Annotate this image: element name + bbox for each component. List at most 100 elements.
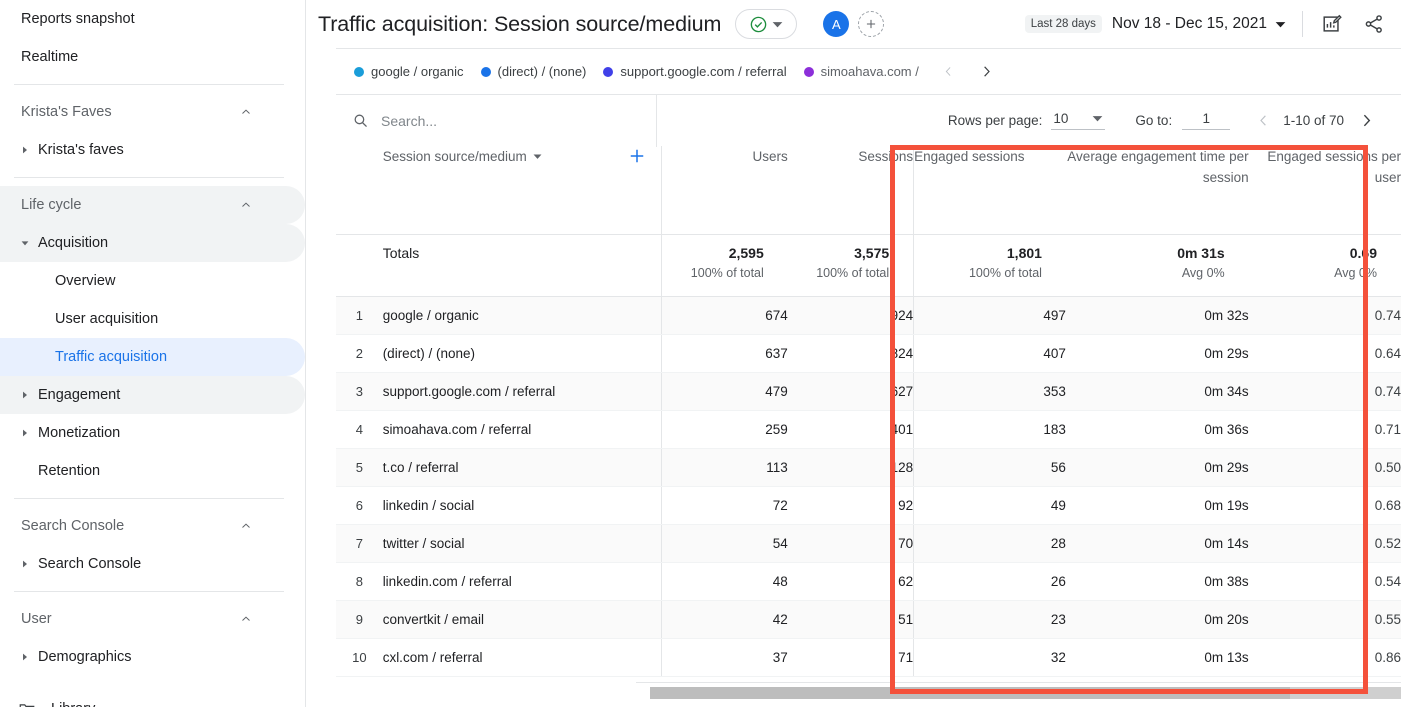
date-range-label: Nov 18 - Dec 15, 2021 <box>1111 15 1267 32</box>
date-range-picker[interactable]: Nov 18 - Dec 15, 2021 <box>1112 15 1286 33</box>
totals-row: Totals 2,595 100% of total 3,575 100% of… <box>336 234 1401 297</box>
row-dimension[interactable]: simoahava.com / referral <box>382 410 662 449</box>
sidebar-section-life-cycle[interactable]: Life cycle <box>0 186 305 224</box>
sidebar-item-user-acquisition[interactable]: User acquisition <box>0 300 305 338</box>
table-row[interactable]: 5 t.co / referral 113 128 56 0m 29s 0.50 <box>336 448 1401 487</box>
sidebar-item-traffic-acquisition[interactable]: Traffic acquisition <box>0 338 305 376</box>
row-engaged-sessions: 497 <box>913 296 1066 335</box>
row-engaged-sessions: 49 <box>913 486 1066 525</box>
header-right-controls: Last 28 days Nov 18 - Dec 15, 2021 <box>1024 11 1387 37</box>
th-engaged-sessions[interactable]: Engaged sessions <box>913 146 1066 235</box>
sidebar-item-engagement[interactable]: Engagement <box>0 376 305 414</box>
triangle-right-icon <box>12 653 38 661</box>
sidebar-item-reports-snapshot[interactable]: Reports snapshot <box>0 0 305 38</box>
row-dimension[interactable]: cxl.com / referral <box>382 638 662 677</box>
chevron-left-icon[interactable] <box>942 65 955 78</box>
legend-item[interactable]: (direct) / (none) <box>480 64 587 79</box>
row-engaged-per-user: 0.64 <box>1248 334 1401 373</box>
table-row[interactable]: 7 twitter / social 54 70 28 0m 14s 0.52 <box>336 524 1401 563</box>
search-icon <box>352 112 369 129</box>
legend-item[interactable]: google / organic <box>354 64 464 79</box>
th-average-engagement-time[interactable]: Average engagement time per session <box>1065 146 1249 235</box>
table-row[interactable]: 10 cxl.com / referral 37 71 32 0m 13s 0.… <box>336 638 1401 677</box>
sidebar-section-kristas-faves[interactable]: Krista's Faves <box>0 93 305 131</box>
row-dimension[interactable]: linkedin.com / referral <box>382 562 662 601</box>
sidebar-item-label: Acquisition <box>38 235 109 251</box>
sidebar-section-label: Search Console <box>21 518 125 534</box>
th-sessions[interactable]: Sessions <box>787 146 914 235</box>
next-page-button[interactable] <box>1358 112 1375 129</box>
sidebar-section-search-console[interactable]: Search Console <box>0 507 305 545</box>
sidebar-item-label: Reports snapshot <box>21 11 135 27</box>
report-status-dropdown[interactable] <box>735 9 798 39</box>
legend-item[interactable]: simoahava.com / <box>803 64 919 79</box>
sidebar-item-acquisition[interactable]: Acquisition <box>0 224 305 262</box>
sidebar-item-realtime[interactable]: Realtime <box>0 38 305 76</box>
triangle-right-icon <box>12 429 38 437</box>
sidebar-item-overview[interactable]: Overview <box>0 262 305 300</box>
add-dimension-button[interactable] <box>627 146 647 166</box>
sidebar-item-demographics[interactable]: Demographics <box>0 638 305 676</box>
goto-input[interactable]: 1 <box>1182 111 1231 130</box>
plus-circle-dashed-icon[interactable] <box>858 11 885 37</box>
edit-chart-icon[interactable] <box>1319 11 1345 37</box>
table-row[interactable]: 4 simoahava.com / referral 259 401 183 0… <box>336 410 1401 449</box>
sidebar-item-retention[interactable]: Retention <box>0 452 305 490</box>
row-dimension[interactable]: google / organic <box>382 296 662 335</box>
table-row[interactable]: 6 linkedin / social 72 92 49 0m 19s 0.68 <box>336 486 1401 525</box>
row-dimension[interactable]: (direct) / (none) <box>382 334 662 373</box>
search-input[interactable] <box>381 112 581 129</box>
row-dimension[interactable]: linkedin / social <box>382 486 662 525</box>
caret-down-icon <box>772 19 783 30</box>
row-avg-engagement: 0m 34s <box>1065 372 1249 411</box>
row-users: 48 <box>661 562 788 601</box>
sidebar-item-label: Library <box>51 701 95 707</box>
scrollbar-thumb[interactable] <box>650 687 1290 699</box>
triangle-right-icon <box>12 560 38 568</box>
table-row[interactable]: 8 linkedin.com / referral 48 62 26 0m 38… <box>336 562 1401 601</box>
sidebar-section-user[interactable]: User <box>0 600 305 638</box>
totals-epu-sub: Avg 0% <box>1334 265 1377 280</box>
row-dimension[interactable]: t.co / referral <box>382 448 662 487</box>
table-row[interactable]: 3 support.google.com / referral 479 627 … <box>336 372 1401 411</box>
share-icon[interactable] <box>1361 11 1387 37</box>
sidebar-divider-1 <box>14 84 284 85</box>
row-index: 10 <box>336 638 383 677</box>
sidebar-section-label: User <box>21 611 52 627</box>
prev-page-button[interactable] <box>1256 113 1271 128</box>
avatar[interactable]: A <box>823 11 850 37</box>
folder-icon <box>18 700 36 707</box>
th-users[interactable]: Users <box>661 146 788 235</box>
table-row[interactable]: 9 convertkit / email 42 51 23 0m 20s 0.5… <box>336 600 1401 639</box>
row-users: 113 <box>661 448 788 487</box>
row-engaged-per-user: 0.52 <box>1248 524 1401 563</box>
totals-avg-engagement: 0m 31s Avg 0% <box>1065 234 1249 297</box>
triangle-right-icon <box>12 391 38 399</box>
sidebar-item-monetization[interactable]: Monetization <box>0 414 305 452</box>
rows-per-page-select[interactable]: 10 <box>1051 111 1106 130</box>
chevron-right-icon[interactable] <box>979 64 994 79</box>
legend-item[interactable]: support.google.com / referral <box>603 64 787 79</box>
dimension-selector[interactable]: Session source/medium <box>383 149 542 164</box>
row-dimension[interactable]: convertkit / email <box>382 600 662 639</box>
table-row[interactable]: 1 google / organic 674 924 497 0m 32s 0.… <box>336 296 1401 335</box>
row-engaged-sessions: 407 <box>913 334 1066 373</box>
row-users: 42 <box>661 600 788 639</box>
row-avg-engagement: 0m 36s <box>1065 410 1249 449</box>
table-row[interactable]: 2 (direct) / (none) 637 824 407 0m 29s 0… <box>336 334 1401 373</box>
sidebar-item-search-console[interactable]: Search Console <box>0 545 305 583</box>
legend-label: (direct) / (none) <box>497 64 587 79</box>
sidebar-item-kristas-faves[interactable]: Krista's faves <box>0 131 305 169</box>
row-dimension[interactable]: twitter / social <box>382 524 662 563</box>
row-dimension[interactable]: support.google.com / referral <box>382 372 662 411</box>
row-sessions: 92 <box>787 486 914 525</box>
search-box[interactable] <box>336 94 657 147</box>
sidebar-divider-2 <box>14 177 284 178</box>
row-users: 259 <box>661 410 788 449</box>
sidebar-item-library[interactable]: Library <box>0 690 305 707</box>
row-engaged-per-user: 0.74 <box>1248 372 1401 411</box>
sidebar-item-label: Traffic acquisition <box>55 349 168 365</box>
th-engaged-sessions-per-user[interactable]: Engaged sessions per user <box>1248 146 1401 235</box>
horizontal-scrollbar[interactable] <box>650 687 1401 699</box>
totals-epu-value: 0.69 <box>1349 244 1377 261</box>
